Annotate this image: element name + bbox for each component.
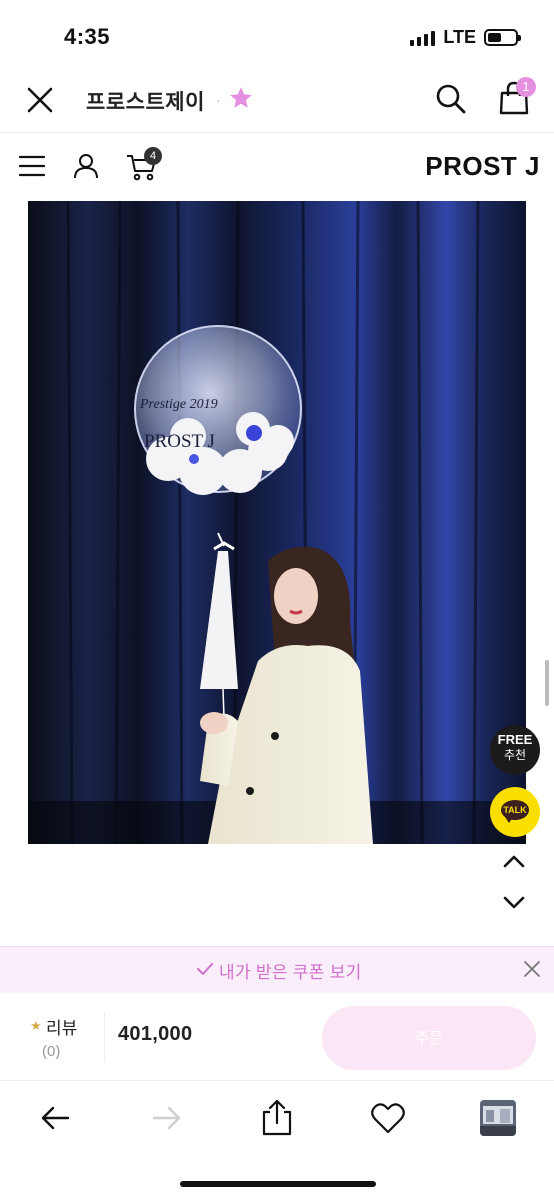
purchase-divider — [104, 1012, 105, 1062]
home-indicator — [180, 1181, 376, 1187]
status-time: 4:35 — [64, 24, 111, 49]
signal-icon — [410, 30, 436, 46]
product-photo: Prestige 2019 PROST J — [28, 201, 526, 844]
close-icon[interactable] — [24, 84, 56, 116]
kakao-talk-button[interactable]: TALK — [490, 787, 540, 837]
star-icon[interactable] — [228, 85, 254, 111]
tab-thumbnail[interactable] — [480, 1100, 516, 1136]
review-count: (0) — [42, 1043, 61, 1060]
x-icon[interactable] — [522, 959, 542, 979]
balloon-text-line2: PROST J — [144, 431, 215, 452]
store-title[interactable]: 프로스트제이 — [86, 86, 205, 116]
free-label: FREE — [497, 732, 533, 747]
brand-logo[interactable]: PROST J — [425, 151, 540, 182]
chevron-down-icon[interactable] — [502, 890, 526, 914]
check-icon — [197, 963, 213, 975]
balloon-text-line1: Prestige 2019 — [139, 397, 218, 412]
share-icon[interactable] — [260, 1098, 294, 1136]
cart-count-badge: 4 — [144, 147, 162, 165]
heart-icon[interactable] — [370, 1101, 406, 1135]
price: 401,000 — [118, 1023, 193, 1045]
user-icon[interactable] — [72, 152, 100, 180]
arrow-right-icon — [152, 1106, 181, 1130]
status-indicators: LTE — [410, 27, 521, 48]
free-recommend-button[interactable]: FREE 추천 — [490, 725, 540, 775]
review-star-icon: ★ — [30, 1018, 42, 1033]
review-label[interactable]: 리뷰 — [46, 1014, 77, 1039]
search-icon[interactable] — [434, 82, 468, 116]
title-separator: · — [216, 92, 221, 108]
menu-icon[interactable] — [18, 152, 46, 180]
recommend-label: 추천 — [503, 748, 527, 762]
app-header — [0, 66, 554, 130]
battery-icon — [484, 29, 521, 46]
order-button[interactable]: 주문 — [322, 1006, 536, 1070]
toolbar-divider — [0, 1080, 554, 1081]
scrollbar[interactable] — [545, 660, 549, 706]
chevron-up-icon[interactable] — [502, 850, 526, 874]
header-divider — [0, 132, 554, 133]
network-label: LTE — [443, 27, 476, 47]
coupon-label[interactable]: 내가 받은 쿠폰 보기 — [219, 958, 362, 983]
bag-count-badge: 1 — [516, 77, 536, 97]
arrow-left-icon[interactable] — [38, 1101, 72, 1135]
talk-bubble-tail — [505, 817, 513, 823]
